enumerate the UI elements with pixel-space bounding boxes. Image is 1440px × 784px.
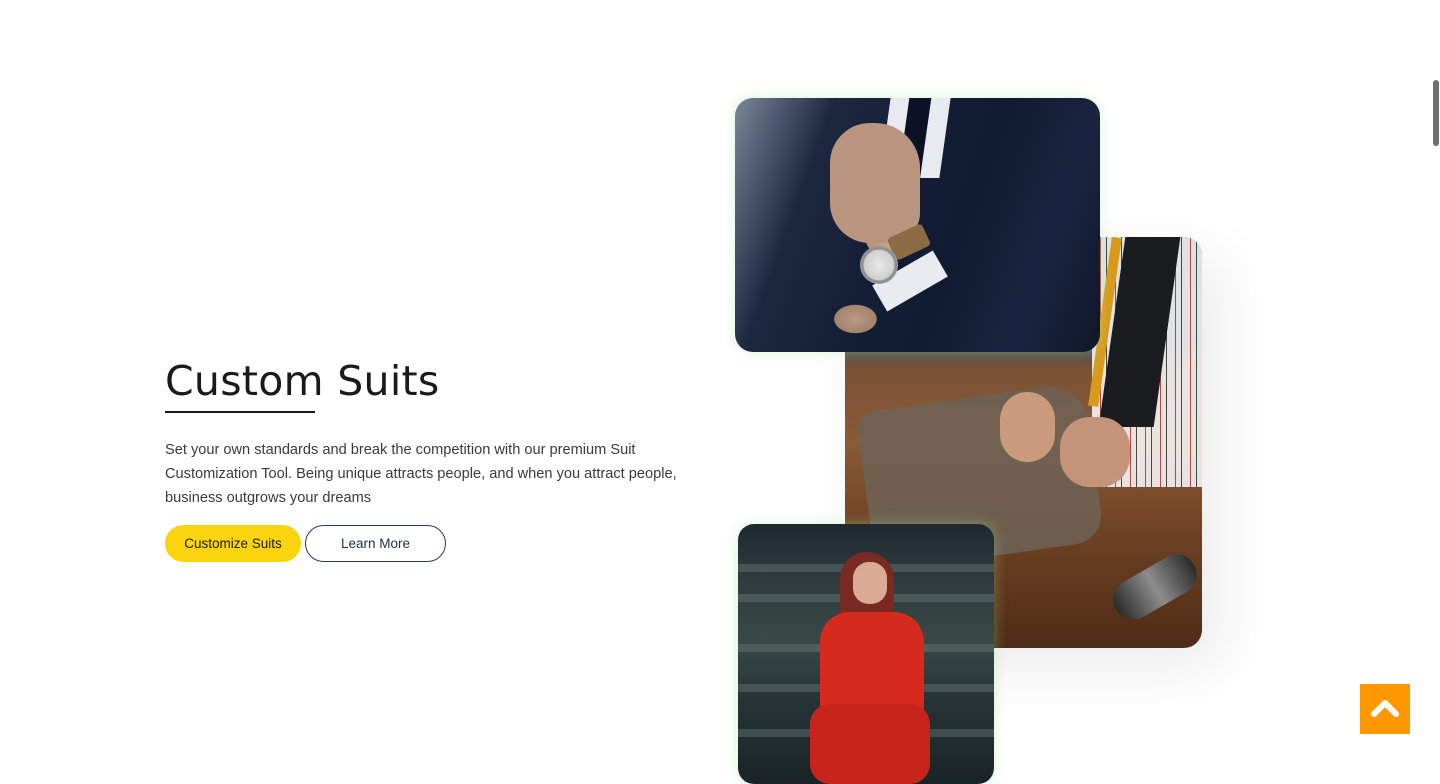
back-to-top-button[interactable] (1360, 684, 1410, 734)
hero-buttons: Customize Suits Learn More (165, 525, 705, 562)
learn-more-button[interactable]: Learn More (305, 525, 446, 562)
woman-red-suit-image (738, 524, 994, 784)
scrollbar-thumb[interactable] (1433, 80, 1439, 146)
page-title: Custom Suits (165, 357, 440, 405)
hero-text: Custom Suits Set your own standards and … (165, 357, 705, 562)
customize-suits-button[interactable]: Customize Suits (165, 525, 301, 562)
title-underline (165, 411, 315, 413)
man-adjusting-tie-image (735, 98, 1100, 352)
chevron-up-icon (1370, 697, 1400, 722)
hero-description: Set your own standards and break the com… (165, 442, 677, 506)
page-scrollbar[interactable] (1432, 0, 1440, 763)
